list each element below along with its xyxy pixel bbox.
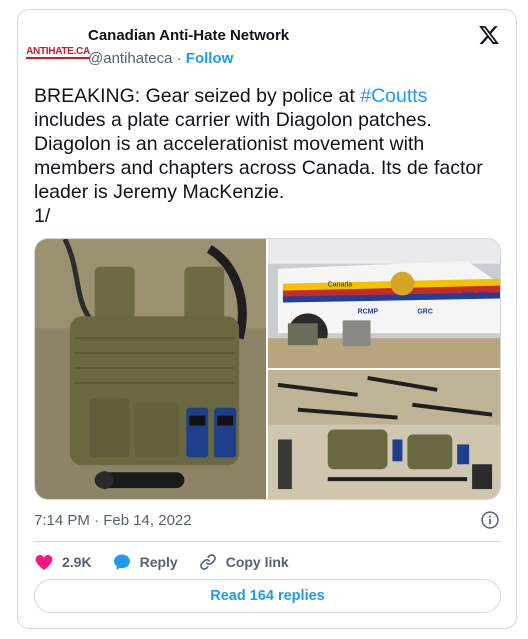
x-logo-icon[interactable]	[478, 24, 500, 46]
avatar[interactable]: ANTIHATE.CA	[26, 28, 90, 76]
rcmp-vehicle-photo[interactable]: Canada RCMP GRC POLICE	[268, 239, 500, 368]
hashtag-coutts-link[interactable]: #Coutts	[360, 85, 427, 107]
tweet-text: BREAKING: Gear seized by police at #Cout…	[34, 84, 502, 228]
author-handle-line: @antihateca · Follow	[88, 48, 289, 70]
rcmp-text: RCMP	[358, 308, 379, 315]
tweet-card: ANTIHATE.CA Canadian Anti-Hate Network @…	[17, 9, 517, 629]
follow-button[interactable]: Follow	[186, 50, 234, 67]
heart-icon	[35, 555, 53, 570]
action-bar: 2.9K Reply Copy link	[34, 550, 309, 574]
reply-button[interactable]: Reply	[112, 552, 178, 572]
plate-carrier-photo[interactable]	[35, 239, 266, 499]
like-button[interactable]: 2.9K	[34, 552, 92, 572]
info-icon[interactable]	[480, 510, 500, 530]
copy-link-label: Copy link	[225, 554, 289, 570]
link-icon	[199, 554, 216, 570]
right-photo-column: Canada RCMP GRC POLICE	[268, 239, 500, 499]
avatar-logo-text: ANTIHATE.CA	[26, 45, 90, 59]
tweet-text-before: BREAKING: Gear seized by police at	[34, 85, 361, 107]
reply-bubble-icon	[113, 554, 130, 570]
media-grid: Canada RCMP GRC POLICE	[34, 238, 501, 500]
reply-label: Reply	[139, 554, 178, 570]
author-handle[interactable]: @antihateca	[88, 50, 172, 67]
seized-weapons-photo[interactable]	[268, 370, 500, 499]
handle-separator: ·	[176, 50, 182, 67]
police-text: POLICE	[462, 292, 488, 299]
divider	[34, 541, 500, 542]
like-count: 2.9K	[62, 554, 92, 570]
canada-wordmark: Canada	[328, 282, 352, 289]
grc-text: GRC	[417, 308, 432, 315]
author-block: Canadian Anti-Hate Network @antihateca ·…	[88, 26, 289, 70]
author-display-name[interactable]: Canadian Anti-Hate Network	[88, 26, 289, 46]
copy-link-button[interactable]: Copy link	[198, 552, 289, 572]
read-replies-button[interactable]: Read 164 replies	[34, 579, 501, 613]
tweet-timestamp[interactable]: 7:14 PM · Feb 14, 2022	[34, 511, 192, 531]
